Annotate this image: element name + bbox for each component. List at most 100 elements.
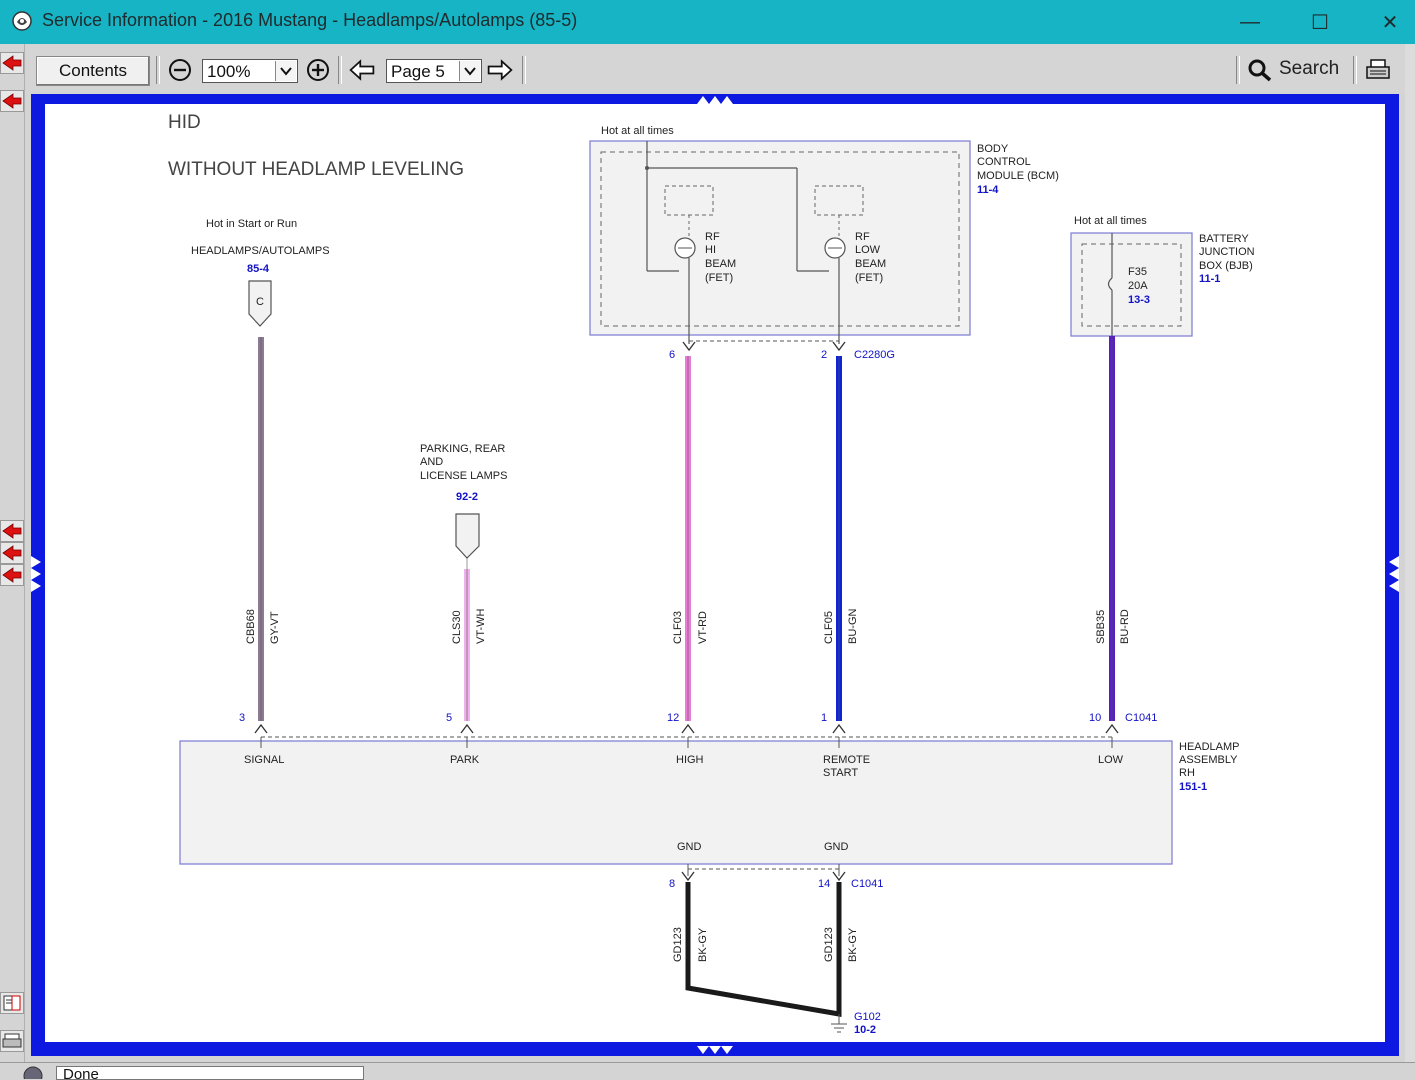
diagram-heading: HID — [168, 112, 201, 133]
terminal-label: HIGH — [676, 754, 704, 766]
page-value: Page 5 — [391, 62, 445, 81]
page-marker-right-icon — [1389, 556, 1399, 592]
next-page-icon[interactable] — [486, 56, 514, 84]
connector-id: C1041 — [851, 878, 883, 890]
page-reference-link[interactable]: 10-2 — [854, 1024, 876, 1036]
toolbar-separator — [1353, 56, 1357, 84]
module-label: MODULE (BCM) — [977, 170, 1059, 182]
page-marker-top-icon — [697, 96, 733, 104]
app-logo-icon — [12, 11, 32, 31]
circuit-label: CLF03 — [672, 611, 684, 644]
terminal-label: SIGNAL — [244, 754, 284, 766]
fet-label: RF — [705, 231, 720, 243]
module-label: BATTERY — [1199, 233, 1249, 245]
wiring-diagram-canvas: HID WITHOUT HEADLAMP LEVELING Hot in Sta… — [45, 104, 1385, 1042]
page-reference-link[interactable]: 11-1 — [1199, 273, 1220, 285]
circuit-label: CLF05 — [823, 611, 835, 644]
pin-number: 12 — [667, 712, 679, 724]
pin-number: 14 — [818, 878, 830, 890]
chevron-down-icon[interactable] — [275, 61, 296, 81]
fet-label: LOW — [855, 244, 881, 256]
jump-left-icon[interactable] — [0, 520, 24, 542]
jump-left-icon[interactable] — [0, 90, 24, 112]
pin-number: 6 — [669, 349, 675, 361]
component-label: HEADLAMP — [1179, 741, 1240, 753]
fet-label: (FET) — [855, 272, 883, 284]
fuse-rating: 20A — [1128, 280, 1148, 292]
zoom-in-icon[interactable] — [304, 56, 332, 84]
toolbar: Contents 100% Page 5 Search — [30, 48, 1405, 92]
jump-left-icon[interactable] — [0, 542, 24, 564]
terminal-label: START — [823, 767, 858, 779]
module-label: BOX (BJB) — [1199, 260, 1253, 272]
close-button[interactable]: ✕ — [1355, 0, 1415, 44]
reference-label-line: LICENSE LAMPS — [420, 470, 507, 482]
page-reference-link[interactable]: 85-4 — [247, 263, 270, 275]
fet-label: BEAM — [705, 258, 736, 270]
wire-color-label: BU-GN — [847, 609, 859, 645]
fet-label: HI — [705, 244, 716, 256]
circuit-label: CLS30 — [451, 610, 463, 644]
title-bar: Service Information - 2016 Mustang - Hea… — [0, 0, 1415, 44]
toolbar-separator — [1236, 56, 1240, 84]
search-label: Search — [1279, 58, 1340, 79]
jump-left-icon[interactable] — [0, 564, 24, 586]
page-marker-left-icon — [31, 556, 41, 592]
connector-flag — [455, 513, 480, 559]
minimize-button[interactable]: — — [1215, 0, 1285, 44]
page-reference-link[interactable]: 13-3 — [1128, 294, 1150, 306]
toolbar-separator — [522, 56, 526, 84]
terminal-label: PARK — [450, 754, 480, 766]
jump-left-icon[interactable] — [0, 52, 24, 74]
fet-label: RF — [855, 231, 870, 243]
globe-icon — [23, 1066, 43, 1079]
connector-id: C2280G — [854, 349, 895, 361]
power-condition-label: Hot in Start or Run — [206, 218, 297, 230]
reference-label: HEADLAMPS/AUTOLAMPS — [191, 245, 330, 257]
print-icon[interactable] — [0, 1030, 24, 1052]
left-navigation-bar — [0, 44, 25, 1078]
connector-letter: C — [256, 296, 264, 308]
right-edge — [1405, 44, 1415, 1078]
wire-color-label: VT-RD — [697, 611, 709, 644]
zoom-out-icon[interactable] — [166, 56, 194, 84]
component-label: RH — [1179, 767, 1195, 779]
fuse-label: F35 — [1128, 266, 1147, 278]
wire-color-label: BK-GY — [697, 927, 709, 962]
component-label: ASSEMBLY — [1179, 754, 1238, 766]
toolbar-separator — [338, 56, 342, 84]
search-button[interactable]: Search — [1247, 54, 1357, 84]
page-select[interactable]: Page 5 — [386, 59, 482, 83]
reference-label-line: PARKING, REAR — [420, 443, 505, 455]
toolbar-separator — [156, 56, 160, 84]
document-icon[interactable] — [0, 992, 24, 1014]
maximize-button[interactable]: ☐ — [1285, 0, 1355, 44]
contents-button[interactable]: Contents — [36, 56, 150, 86]
connector-id: C1041 — [1125, 712, 1157, 724]
terminal-label: GND — [677, 841, 702, 853]
previous-page-icon[interactable] — [348, 56, 376, 84]
print-icon[interactable] — [1364, 56, 1392, 84]
module-label: BODY — [977, 143, 1009, 155]
circuit-label: GD123 — [823, 927, 835, 962]
window-title: Service Information - 2016 Mustang - Hea… — [42, 10, 578, 30]
diagram-subheading: WITHOUT HEADLAMP LEVELING — [168, 159, 464, 180]
wire-color-label: BK-GY — [847, 927, 859, 962]
circuit-label: GD123 — [672, 927, 684, 962]
page-reference-link[interactable]: 151-1 — [1179, 781, 1207, 793]
reference-label-line: AND — [420, 456, 443, 468]
power-condition-label: Hot at all times — [1074, 215, 1147, 227]
circuit-label: SBB35 — [1095, 610, 1107, 644]
chevron-down-icon[interactable] — [459, 61, 480, 81]
terminal-label: GND — [824, 841, 849, 853]
search-icon — [1248, 59, 1272, 82]
zoom-select[interactable]: 100% — [202, 59, 298, 83]
page-reference-link[interactable]: 92-2 — [456, 491, 478, 503]
wire-color-label: BU-RD — [1119, 609, 1131, 644]
ground-wire — [685, 882, 842, 1017]
terminal-label: REMOTE — [823, 754, 870, 766]
wiring-diagram: HID WITHOUT HEADLAMP LEVELING Hot in Sta… — [168, 112, 1255, 1036]
pin-number: 10 — [1089, 712, 1101, 724]
page-reference-link[interactable]: 11-4 — [977, 184, 999, 196]
page-marker-bottom-icon — [697, 1046, 733, 1054]
